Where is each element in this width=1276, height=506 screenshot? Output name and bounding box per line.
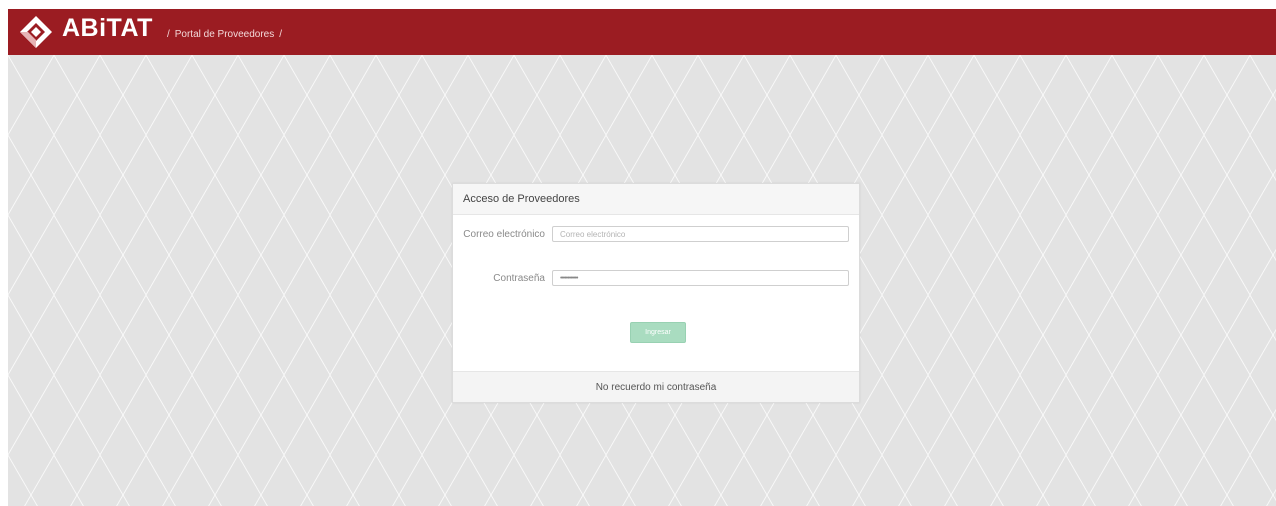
breadcrumb-separator: / [166,28,170,40]
password-field[interactable]: •••••••••••• [552,270,849,286]
email-row: Correo electrónico Correo electrónico [453,226,859,242]
breadcrumb-separator: / [279,28,283,40]
brand-block[interactable]: ABiTAT [62,16,153,48]
submit-button[interactable]: Ingresar [630,322,686,343]
forgot-password-link[interactable]: No recuerdo mi contraseña [453,371,859,402]
email-field[interactable]: Correo electrónico [552,226,849,242]
top-navigation-bar: ABiTAT / Portal de Proveedores / [8,9,1276,55]
password-row: Contraseña •••••••••••• [453,270,859,286]
email-label: Correo electrónico [463,229,545,240]
brand-name: ABiTAT [62,14,153,42]
password-label: Contraseña [493,273,545,284]
brand-tagline [62,43,153,48]
breadcrumb-item-portal[interactable]: Portal de Proveedores [175,29,275,40]
abitat-diamond-logo-icon[interactable] [18,14,54,50]
login-card-title: Acceso de Proveedores [453,184,859,215]
page-frame: ABiTAT / Portal de Proveedores / Acceso … [8,9,1276,506]
breadcrumb: / Portal de Proveedores / [167,29,282,40]
login-card: Acceso de Proveedores Correo electrónico… [452,183,860,403]
